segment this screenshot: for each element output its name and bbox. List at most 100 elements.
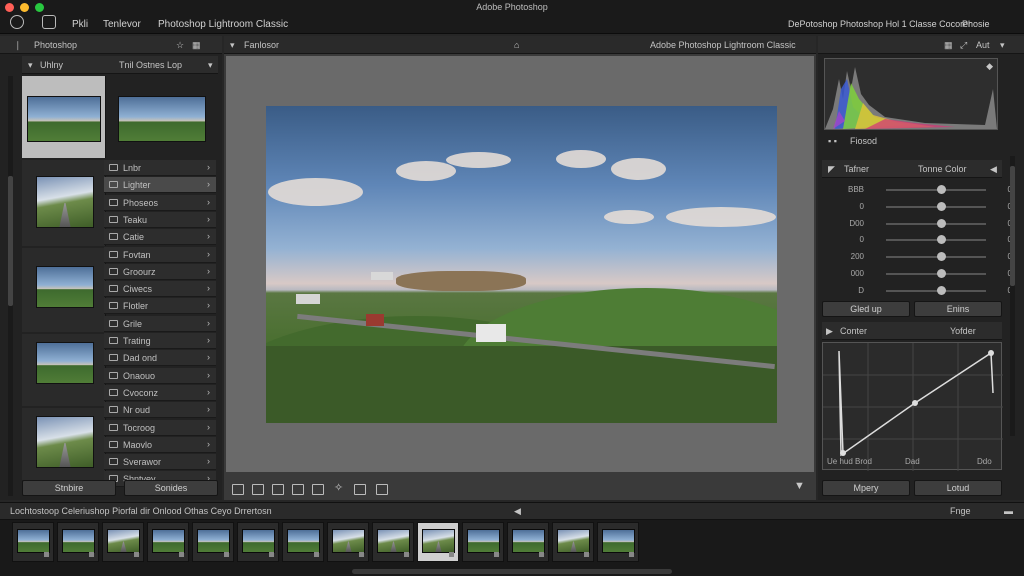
- filmstrip-thumbnail[interactable]: [57, 522, 99, 562]
- adjust-slider[interactable]: 0000: [826, 266, 1012, 282]
- filmstrip-path[interactable]: Lochtostoop Celeriushop Piorfal dir Onlo…: [10, 506, 272, 516]
- folder-item[interactable]: Grile ›: [104, 315, 216, 332]
- crop-icon[interactable]: [232, 484, 244, 495]
- panel-collapse-icon[interactable]: ❘: [14, 40, 22, 51]
- thumbnail-image[interactable]: [118, 96, 206, 142]
- menu-file[interactable]: Pkli: [72, 19, 88, 30]
- folder-item[interactable]: Cvoconz ›: [104, 384, 216, 401]
- clipping-icon[interactable]: ◆: [986, 61, 993, 72]
- slider-track[interactable]: [886, 205, 986, 208]
- import-icon[interactable]: [42, 15, 56, 29]
- slider-track[interactable]: [886, 289, 986, 292]
- adjust-slider[interactable]: 00: [826, 199, 1012, 215]
- filmstrip-thumbnail[interactable]: [102, 522, 144, 562]
- power-icon[interactable]: [10, 15, 24, 29]
- filmstrip-thumbnail[interactable]: [147, 522, 189, 562]
- gled-up-button[interactable]: Gled up: [822, 301, 910, 317]
- radial-filter-icon[interactable]: [312, 484, 324, 495]
- main-photo[interactable]: [266, 106, 777, 423]
- folder-item[interactable]: Catie ›: [104, 229, 216, 246]
- slider-knob[interactable]: [937, 252, 946, 262]
- adjust-slider[interactable]: D0: [826, 283, 1012, 299]
- filmstrip-thumbnail[interactable]: [237, 522, 279, 562]
- graduated-filter-icon[interactable]: [292, 484, 304, 495]
- slider-track[interactable]: [886, 239, 986, 242]
- thumbnail-frame[interactable]: [22, 248, 106, 332]
- filmstrip-thumbnail[interactable]: [462, 522, 504, 562]
- triangle-down-icon[interactable]: ▼: [794, 480, 806, 492]
- slider-knob[interactable]: [937, 218, 946, 228]
- adjust-slider[interactable]: 2000: [826, 249, 1012, 265]
- slider-knob[interactable]: [937, 235, 946, 245]
- thumbnail-frame-selected[interactable]: [22, 76, 106, 158]
- filmstrip-thumbnail[interactable]: [12, 522, 54, 562]
- auto-label[interactable]: Aut: [976, 40, 990, 50]
- chevron-down-icon[interactable]: ▾: [1000, 40, 1005, 51]
- lotud-button[interactable]: Lotud: [914, 480, 1002, 496]
- adjust-slider[interactable]: BBB0: [826, 182, 1012, 198]
- menu-right[interactable]: DePotoshop Photoshop Hol 1 Classe Cocore…: [788, 19, 971, 29]
- grid-icon[interactable]: ▦: [944, 40, 953, 51]
- folder-item[interactable]: Phoseos ›: [104, 194, 216, 211]
- filmstrip-thumbnail[interactable]: [552, 522, 594, 562]
- folder-item[interactable]: Groourz ›: [104, 263, 216, 280]
- folder-item[interactable]: Teaku ›: [104, 211, 216, 228]
- menu-right-2[interactable]: Phosie: [962, 19, 990, 29]
- folder-item[interactable]: Dad ond ›: [104, 350, 216, 367]
- tone-curve[interactable]: Ue hud Brod Dad Ddo: [822, 342, 1003, 471]
- filmstrip-thumbnail[interactable]: [327, 522, 369, 562]
- thumbnail-frame[interactable]: [22, 408, 106, 480]
- folder-item[interactable]: Lighter ›: [104, 177, 216, 194]
- filmstrip-filter[interactable]: Fnge: [950, 506, 971, 516]
- chevron-down-icon[interactable]: ▾: [230, 40, 235, 51]
- slider-track[interactable]: [886, 273, 986, 275]
- slider-knob[interactable]: [937, 285, 946, 295]
- filmstrip-thumbnail[interactable]: [192, 522, 234, 562]
- menu-edit[interactable]: Tenlevor: [103, 19, 141, 30]
- range-mask-icon[interactable]: [354, 484, 366, 495]
- chevron-down-icon[interactable]: ▾: [28, 60, 33, 71]
- folder-item[interactable]: Onaouo ›: [104, 367, 216, 384]
- filmstrip-scrollbar[interactable]: [352, 569, 672, 574]
- folder-item[interactable]: Fovtan ›: [104, 246, 216, 263]
- folder-item[interactable]: Flotler ›: [104, 298, 216, 315]
- adjust-slider[interactable]: 00: [826, 232, 1012, 248]
- filmstrip-thumbnail[interactable]: [597, 522, 639, 562]
- slider-track[interactable]: [886, 256, 986, 259]
- curve-panel-header[interactable]: ▶ Conter Yofder: [822, 322, 1002, 340]
- view-icon[interactable]: [376, 484, 388, 495]
- slider-knob[interactable]: [937, 185, 946, 194]
- right-scrollbar[interactable]: [1010, 156, 1015, 436]
- thumbnail-frame[interactable]: [22, 160, 106, 246]
- triangle-left-icon[interactable]: ◀: [514, 506, 521, 517]
- histogram[interactable]: ◆: [824, 58, 998, 130]
- left-scrollbar[interactable]: [8, 76, 13, 496]
- adjust-slider[interactable]: D000: [826, 216, 1012, 232]
- sonides-button[interactable]: Sonides: [124, 480, 218, 496]
- lock-icon[interactable]: ⌂: [514, 40, 519, 50]
- grid-icon[interactable]: ▦: [192, 40, 201, 51]
- slider-track[interactable]: [886, 189, 986, 191]
- star-icon[interactable]: ☆: [176, 40, 184, 51]
- brush-icon[interactable]: ✧: [334, 481, 346, 494]
- folder-item[interactable]: Lnbr ›: [104, 160, 216, 176]
- slider-knob[interactable]: [937, 269, 946, 278]
- folder-item[interactable]: Ciwecs ›: [104, 281, 216, 298]
- mpery-button[interactable]: Mpery: [822, 480, 910, 496]
- folder-item[interactable]: Trating ›: [104, 333, 216, 349]
- folder-item[interactable]: Maovlo ›: [104, 436, 216, 453]
- folder-item[interactable]: Tocroog ›: [104, 419, 216, 436]
- expand-icon[interactable]: ⤢: [960, 40, 967, 51]
- collapse-icon[interactable]: ◀: [990, 164, 997, 175]
- slider-knob[interactable]: [937, 201, 946, 211]
- filmstrip-thumbnail[interactable]: [417, 522, 459, 562]
- filmstrip-thumbnail[interactable]: [507, 522, 549, 562]
- folder-item[interactable]: Sverawor ›: [104, 454, 216, 471]
- red-eye-icon[interactable]: [272, 484, 284, 495]
- menu-app[interactable]: Photoshop Lightroom Classic: [158, 19, 288, 30]
- thumbnail-frame[interactable]: [22, 334, 106, 406]
- slider-track[interactable]: [886, 222, 986, 225]
- image-canvas[interactable]: [226, 56, 814, 472]
- filter-icon[interactable]: ▾: [208, 60, 213, 71]
- folder-item[interactable]: Nr oud ›: [104, 402, 216, 419]
